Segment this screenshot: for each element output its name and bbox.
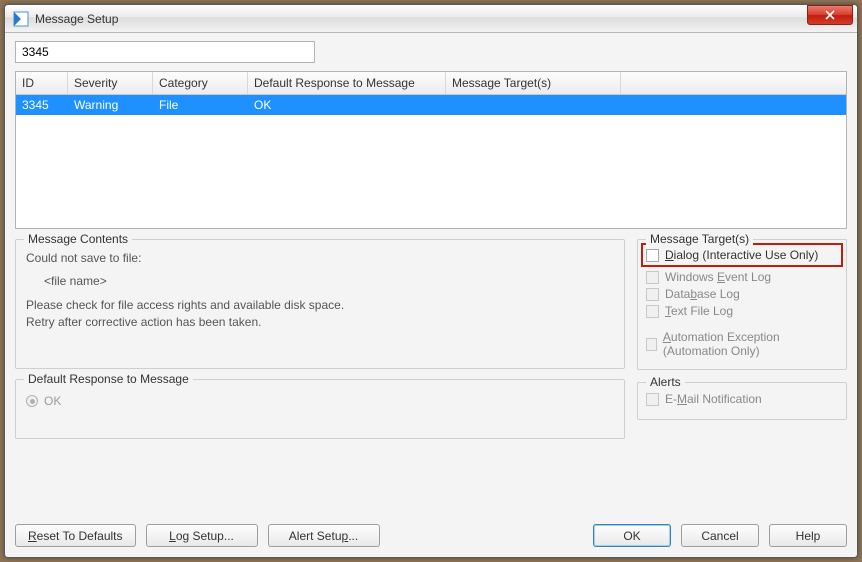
contents-placeholder: <file name> xyxy=(44,273,614,290)
radio-icon xyxy=(26,395,38,407)
grid-body: 3345 Warning File OK xyxy=(16,95,846,115)
default-response-group: Default Response to Message OK xyxy=(15,379,625,439)
cancel-button[interactable]: Cancel xyxy=(681,524,759,547)
checkbox-windows-event-log[interactable]: Windows Event Log xyxy=(646,270,838,284)
cell-id: 3345 xyxy=(16,95,68,115)
close-button[interactable] xyxy=(807,5,853,25)
column-header-id[interactable]: ID xyxy=(16,72,68,94)
checkbox-text-file-log[interactable]: Text File Log xyxy=(646,304,838,318)
alert-setup-button[interactable]: Alert Setup... xyxy=(268,524,380,547)
message-contents-group: Message Contents Could not save to file:… xyxy=(15,239,625,369)
table-row[interactable]: 3345 Warning File OK xyxy=(16,95,846,115)
search-input[interactable] xyxy=(15,41,315,63)
checkbox-email-label: E-Mail Notification xyxy=(665,392,762,406)
alerts-group: Alerts E-Mail Notification xyxy=(637,382,847,420)
alerts-legend: Alerts xyxy=(646,375,685,389)
message-grid[interactable]: ID Severity Category Default Response to… xyxy=(15,71,847,229)
checkbox-icon xyxy=(646,271,659,284)
contents-line-4: Retry after corrective action has been t… xyxy=(26,314,614,331)
cell-targets xyxy=(446,95,621,115)
default-response-legend: Default Response to Message xyxy=(24,372,193,386)
checkbox-icon xyxy=(646,338,657,351)
column-header-targets[interactable]: Message Target(s) xyxy=(446,72,621,94)
column-header-severity[interactable]: Severity xyxy=(68,72,153,94)
checkbox-txtlog-label: Text File Log xyxy=(665,304,733,318)
contents-line-1: Could not save to file: xyxy=(26,250,614,267)
log-setup-button[interactable]: Log Setup... xyxy=(146,524,258,547)
checkbox-dblog-label: Database Log xyxy=(665,287,740,301)
message-targets-legend: Message Target(s) xyxy=(646,232,753,246)
checkbox-welog-label: Windows Event Log xyxy=(665,270,771,284)
help-button[interactable]: Help xyxy=(769,524,847,547)
checkbox-icon xyxy=(646,393,659,406)
checkbox-autoex-label: Automation Exception (Automation Only) xyxy=(663,330,838,358)
column-header-category[interactable]: Category xyxy=(153,72,248,94)
checkbox-dialog-label: Dialog (Interactive Use Only) xyxy=(665,248,818,262)
dialog-highlight: Dialog (Interactive Use Only) xyxy=(641,243,843,267)
checkbox-database-log[interactable]: Database Log xyxy=(646,287,838,301)
checkbox-automation-exception[interactable]: Automation Exception (Automation Only) xyxy=(646,330,838,358)
reset-to-defaults-button[interactable]: Reset To Defaults xyxy=(15,524,136,547)
cell-response: OK xyxy=(248,95,446,115)
checkbox-icon xyxy=(646,249,659,262)
cell-severity: Warning xyxy=(68,95,153,115)
app-icon xyxy=(13,11,29,27)
radio-ok: OK xyxy=(26,394,614,408)
checkbox-dialog[interactable]: Dialog (Interactive Use Only) xyxy=(646,248,838,262)
message-setup-window: Message Setup ID Severity Category Defau… xyxy=(4,4,858,558)
titlebar[interactable]: Message Setup xyxy=(5,5,857,33)
grid-header[interactable]: ID Severity Category Default Response to… xyxy=(16,72,846,95)
checkbox-icon xyxy=(646,288,659,301)
bottom-bar: Reset To Defaults Log Setup... Alert Set… xyxy=(15,490,847,547)
close-icon xyxy=(825,10,835,20)
message-targets-group: Message Target(s) Dialog (Interactive Us… xyxy=(637,239,847,370)
checkbox-icon xyxy=(646,305,659,318)
window-title: Message Setup xyxy=(35,12,807,26)
radio-ok-label: OK xyxy=(44,394,61,408)
message-contents-body: Could not save to file: <file name> Plea… xyxy=(26,250,614,332)
cell-category: File xyxy=(153,95,248,115)
message-contents-legend: Message Contents xyxy=(24,232,132,246)
ok-button[interactable]: OK xyxy=(593,524,671,547)
contents-line-3: Please check for file access rights and … xyxy=(26,297,614,314)
column-header-response[interactable]: Default Response to Message xyxy=(248,72,446,94)
checkbox-email-notification[interactable]: E-Mail Notification xyxy=(646,392,838,406)
client-area: ID Severity Category Default Response to… xyxy=(5,33,857,557)
